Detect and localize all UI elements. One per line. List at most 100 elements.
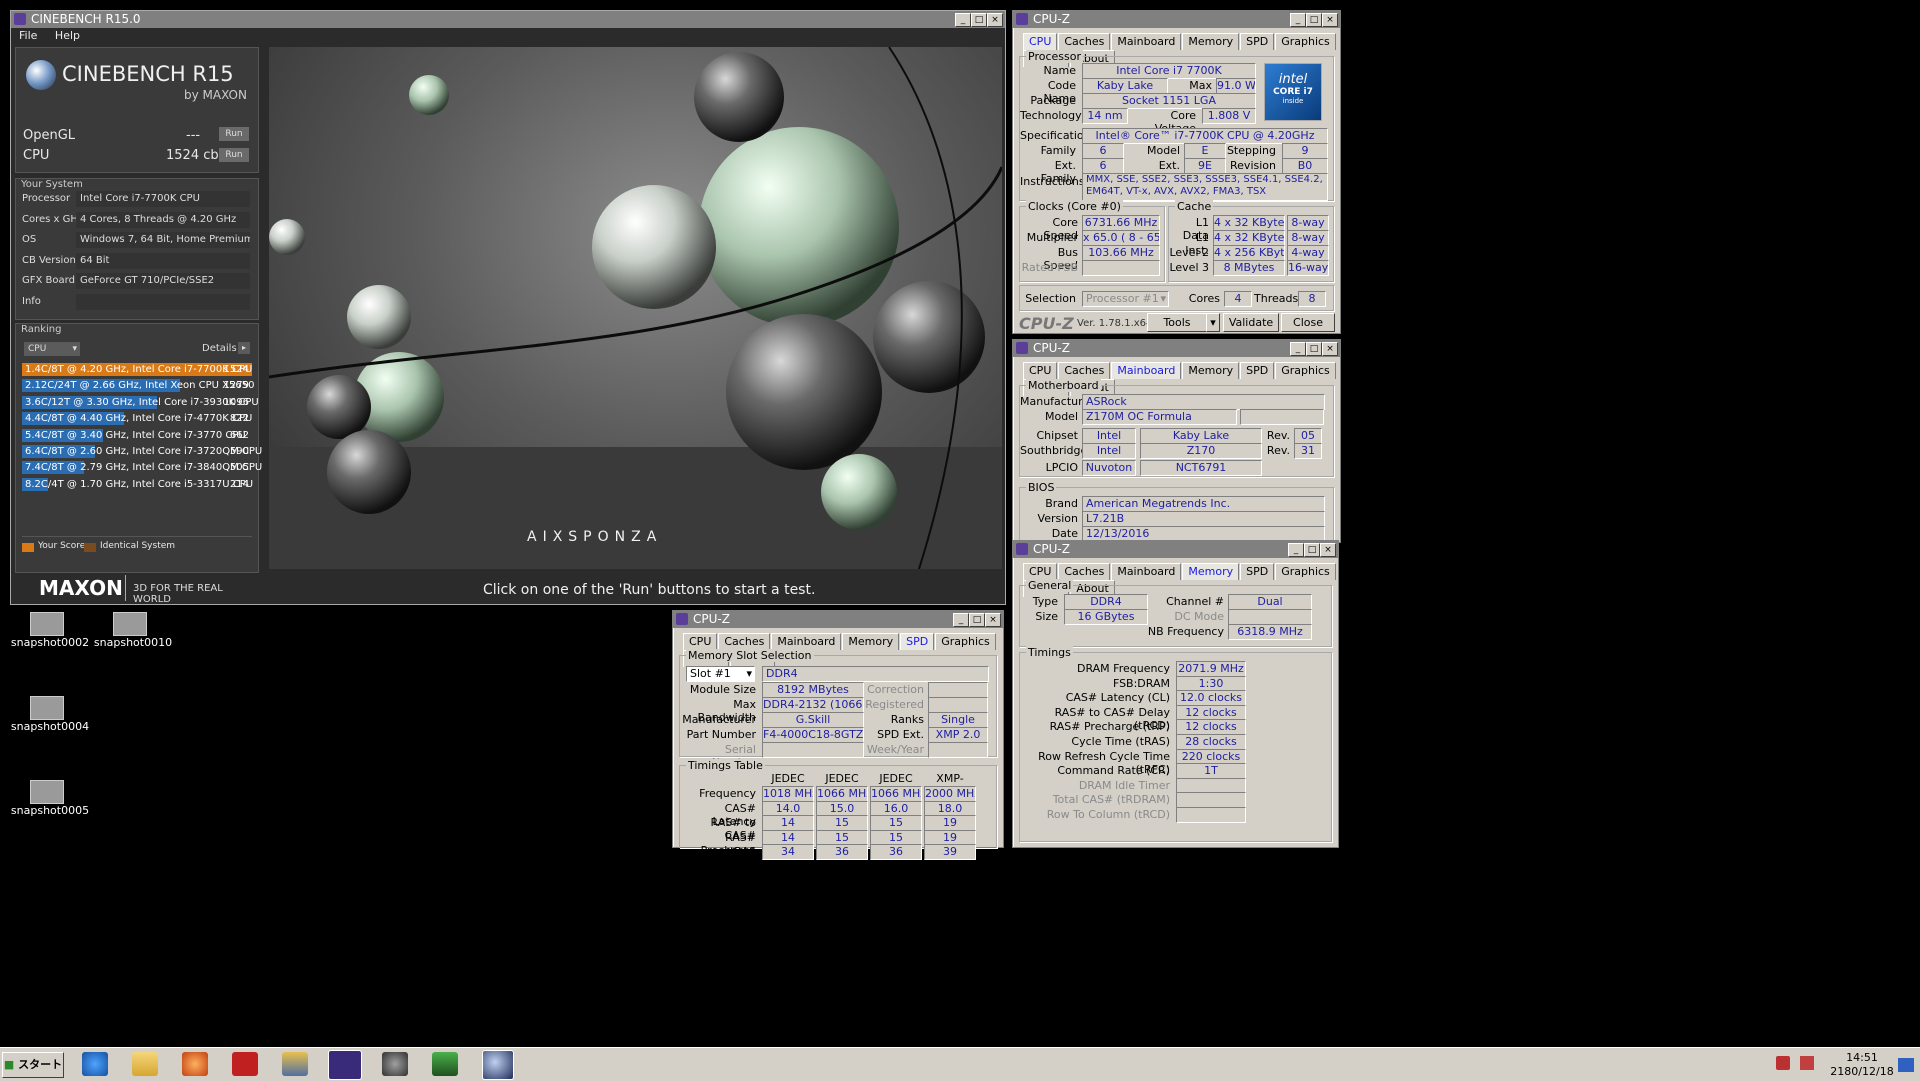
tab-cpu[interactable]: CPU <box>1023 563 1058 580</box>
close-icon[interactable]: × <box>1322 342 1338 356</box>
ranking-row[interactable]: 1.4C/8T @ 4.20 GHz, Intel Core i7-7700K … <box>22 363 252 376</box>
slot-select[interactable]: Slot #1 ▾ <box>686 666 755 682</box>
cpuz-spd-window: CPU-Z _ □ × CPU Caches Mainboard Memory SPD G… <box>672 610 1004 861</box>
tab-caches[interactable]: Caches <box>1058 563 1111 580</box>
southbridge: Z170 <box>1140 443 1262 459</box>
tab-spd[interactable]: SPD <box>1240 563 1275 580</box>
tab-cpu[interactable]: CPU <box>1023 362 1058 379</box>
tab-caches[interactable]: Caches <box>1058 362 1111 379</box>
multiplier-label: Multiplier <box>1026 231 1078 244</box>
close-icon[interactable]: × <box>1320 543 1336 557</box>
desktop-icon-label[interactable]: snapshot0004 <box>10 720 90 733</box>
tab-caches[interactable]: Caches <box>718 633 771 650</box>
logo-score-panel: CINEBENCH R15 by MAXON OpenGL --- Run CP… <box>15 47 259 173</box>
monitor-tool-icon[interactable] <box>432 1052 458 1076</box>
close-icon[interactable]: × <box>987 13 1003 27</box>
minimize-icon[interactable]: _ <box>955 13 971 27</box>
ranks-label: Ranks <box>890 713 924 726</box>
maximize-icon[interactable]: □ <box>971 13 987 27</box>
tools-dropdown-icon[interactable]: ▾ <box>1206 313 1220 332</box>
tools-button[interactable]: Tools <box>1147 313 1207 332</box>
show-desktop-icon[interactable] <box>1898 1058 1914 1072</box>
ranking-row[interactable]: 7.4C/8T @ 2.79 GHz, Intel Core i7-3840QM… <box>22 461 262 475</box>
ranking-row[interactable]: 8.2C/4T @ 1.70 GHz, Intel Core i5-3317U … <box>22 477 253 491</box>
processor-select[interactable]: Processor #1 ▾ <box>1082 291 1169 307</box>
ranking-select[interactable]: CPU ▾ <box>24 342 80 356</box>
menu-help[interactable]: Help <box>55 29 80 42</box>
tab-memory[interactable]: Memory <box>1182 563 1240 580</box>
cpu-score: 1524 cb <box>166 148 219 163</box>
hwinfo-icon[interactable] <box>232 1052 258 1076</box>
ranking-row[interactable]: 2.12C/24T @ 2.66 GHz, Intel Xeon CPU X56… <box>22 379 254 393</box>
timings-table-label: Timings Table <box>686 759 765 772</box>
tab-memory[interactable]: Memory <box>842 633 900 650</box>
tab-graphics[interactable]: Graphics <box>1275 362 1336 379</box>
cpu-run-button[interactable]: Run <box>219 148 249 162</box>
ranking-row[interactable]: 5.4C/8T @ 3.40 GHz, Intel Core i7-3770 C… <box>22 428 252 442</box>
desktop-icon-label[interactable]: snapshot0005 <box>10 804 90 817</box>
tab-spd[interactable]: SPD <box>1240 362 1275 379</box>
internet-explorer-icon[interactable] <box>82 1052 108 1076</box>
opengl-run-button[interactable]: Run <box>219 127 249 141</box>
minimize-icon[interactable]: _ <box>1290 342 1306 356</box>
screenshot-file-icon[interactable] <box>113 612 147 636</box>
tab-cpu[interactable]: CPU <box>683 633 718 650</box>
start-button[interactable]: ■ スタート <box>2 1052 64 1078</box>
cpuz-titlebar[interactable]: CPU-Z _ □ × <box>1013 541 1338 558</box>
volume-icon[interactable] <box>1776 1056 1790 1070</box>
maximize-icon[interactable]: □ <box>1304 543 1320 557</box>
network-icon[interactable] <box>1800 1056 1814 1070</box>
screenshot-file-icon[interactable] <box>30 780 64 804</box>
max-bandwidth: DDR4-2132 (1066 MHz) <box>762 697 864 713</box>
tab-mainboard[interactable]: Mainboard <box>771 633 842 650</box>
menu-file[interactable]: File <box>19 29 37 42</box>
cpuz-titlebar[interactable]: CPU-Z _ □ × <box>1013 11 1340 28</box>
folder-icon[interactable] <box>132 1052 158 1076</box>
maximize-icon[interactable]: □ <box>969 613 985 627</box>
cpuz-titlebar[interactable]: CPU-Z _ □ × <box>673 611 1003 628</box>
screenshot-file-icon[interactable] <box>30 696 64 720</box>
close-button[interactable]: Close <box>1281 313 1335 332</box>
close-icon[interactable]: × <box>1322 13 1338 27</box>
close-icon[interactable]: × <box>985 613 1001 627</box>
cpuz-tabs: CPUCachesMainboardMemorySPDGraphicsBench… <box>1023 33 1340 67</box>
desktop-icon-label[interactable]: snapshot0002 <box>10 636 90 649</box>
maximize-icon[interactable]: □ <box>1306 342 1322 356</box>
ranking-row[interactable]: 4.4C/8T @ 4.40 GHz, Intel Core i7-4770K … <box>22 412 252 426</box>
tab-memory[interactable]: Memory <box>1182 33 1240 50</box>
timing-cl: 12.0 clocks <box>1176 690 1246 707</box>
tab-spd[interactable]: SPD <box>1240 33 1275 50</box>
screenshot-file-icon[interactable] <box>30 612 64 636</box>
details-label[interactable]: Details <box>202 343 237 354</box>
desktop-icon-label[interactable]: snapshot0010 <box>93 636 173 649</box>
details-arrow-icon[interactable]: ▸ <box>238 342 250 354</box>
tab-graphics[interactable]: Graphics <box>935 633 996 650</box>
tab-graphics[interactable]: Graphics <box>1275 33 1336 50</box>
minimize-icon[interactable]: _ <box>1288 543 1304 557</box>
tab-caches[interactable]: Caches <box>1058 33 1111 50</box>
cinebench-taskbar-icon[interactable] <box>482 1050 514 1080</box>
validate-button[interactable]: Validate <box>1223 313 1279 332</box>
brand-label: Brand <box>1045 497 1078 510</box>
minimize-icon[interactable]: _ <box>1290 13 1306 27</box>
screenshot-tool-icon[interactable] <box>282 1052 308 1076</box>
cpuz-taskbar-icon[interactable] <box>328 1050 362 1080</box>
cpuz-titlebar[interactable]: CPU-Z _ □ × <box>1013 340 1340 357</box>
tab-cpu[interactable]: CPU <box>1023 33 1058 50</box>
cinebench-titlebar[interactable]: CINEBENCH R15.0 _ □ × <box>11 11 1005 28</box>
tab-spd[interactable]: SPD <box>900 633 935 650</box>
nb-frequency-label: NB Frequency <box>1147 625 1224 638</box>
tab-mainboard[interactable]: Mainboard <box>1111 362 1182 379</box>
gpuz-icon[interactable] <box>382 1052 408 1076</box>
tab-memory[interactable]: Memory <box>1182 362 1240 379</box>
tab-mainboard[interactable]: Mainboard <box>1111 563 1182 580</box>
ranking-row[interactable]: 3.6C/12T @ 3.30 GHz, Intel Core i7-3930K… <box>22 395 259 409</box>
maximize-icon[interactable]: □ <box>1306 13 1322 27</box>
minimize-icon[interactable]: _ <box>953 613 969 627</box>
tab-graphics[interactable]: Graphics <box>1275 563 1336 580</box>
media-player-icon[interactable] <box>182 1052 208 1076</box>
tab-mainboard[interactable]: Mainboard <box>1111 33 1182 50</box>
spd-cell: 14 <box>762 829 814 846</box>
ranking-row[interactable]: 6.4C/8T @ 2.60 GHz, Intel Core i7-3720QM… <box>22 445 262 458</box>
bios-version: L7.21B <box>1082 511 1325 527</box>
